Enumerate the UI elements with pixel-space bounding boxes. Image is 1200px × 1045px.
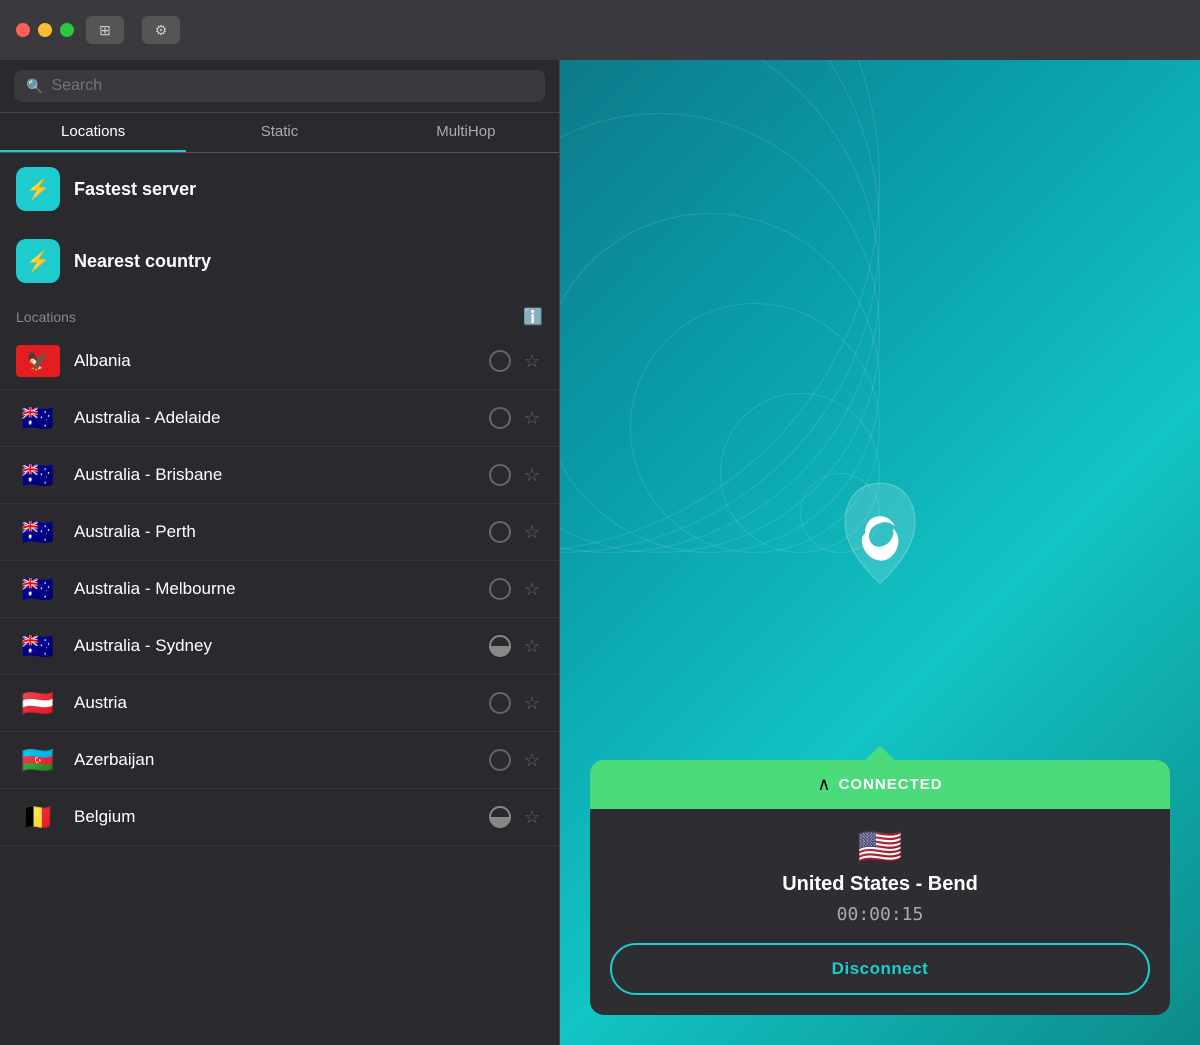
star-button[interactable]: ☆	[521, 521, 543, 543]
location-actions: ☆	[489, 635, 543, 657]
fastest-server-icon: ⚡	[16, 167, 60, 211]
logo-container	[835, 478, 925, 593]
connection-timer: 00:00:15	[837, 904, 924, 925]
star-button[interactable]: ☆	[521, 692, 543, 714]
list-item[interactable]: 🇦🇺 Australia - Sydney ☆	[0, 618, 559, 675]
australia-flag: 🇦🇺	[16, 573, 60, 605]
radio-button[interactable]	[489, 749, 511, 771]
nearest-country-item[interactable]: ⚡ Nearest country	[0, 225, 559, 297]
list-item[interactable]: 🇦🇺 Australia - Perth ☆	[0, 504, 559, 561]
tab-static[interactable]: Static	[186, 113, 372, 152]
tab-locations[interactable]: Locations	[0, 113, 186, 152]
belgium-flag: 🇧🇪	[16, 801, 60, 833]
tab-bar: Locations Static MultiHop	[0, 113, 559, 153]
location-actions: ☆	[489, 692, 543, 714]
star-button[interactable]: ☆	[521, 464, 543, 486]
list-item[interactable]: 🇧🇪 Belgium ☆	[0, 789, 559, 846]
connection-status: CONNECTED	[839, 776, 943, 793]
star-button[interactable]: ☆	[521, 806, 543, 828]
australia-flag: 🇦🇺	[16, 459, 60, 491]
nearest-country-label: Nearest country	[74, 251, 211, 272]
list-item[interactable]: 🇦🇿 Azerbaijan ☆	[0, 732, 559, 789]
location-actions: ☆	[489, 464, 543, 486]
location-name: Albania	[74, 351, 475, 371]
location-name: Austria	[74, 693, 475, 713]
maximize-button[interactable]	[60, 23, 74, 37]
info-icon[interactable]: ℹ️	[523, 307, 543, 327]
australia-flag: 🇦🇺	[16, 630, 60, 662]
location-name: Australia - Adelaide	[74, 408, 475, 428]
titlebar: ⊞ ⚙	[0, 0, 1200, 60]
location-name: Australia - Sydney	[74, 636, 475, 656]
left-panel: 🔍 Locations Static MultiHop ⚡ Fastest se…	[0, 60, 560, 1045]
connected-banner: ∧ CONNECTED	[590, 760, 1170, 809]
star-button[interactable]: ☆	[521, 749, 543, 771]
disconnect-button[interactable]: Disconnect	[610, 943, 1150, 995]
right-panel: ∧ CONNECTED 🇺🇸 United States - Bend 00:0…	[560, 60, 1200, 1045]
main-layout: 🔍 Locations Static MultiHop ⚡ Fastest se…	[0, 60, 1200, 1045]
location-actions: ☆	[489, 407, 543, 429]
radio-button[interactable]	[489, 692, 511, 714]
list-item[interactable]: 🦅 Albania ☆	[0, 333, 559, 390]
location-name: Australia - Melbourne	[74, 579, 475, 599]
radio-button[interactable]	[489, 350, 511, 372]
list-item[interactable]: 🇦🇹 Austria ☆	[0, 675, 559, 732]
star-button[interactable]: ☆	[521, 578, 543, 600]
nearest-country-icon: ⚡	[16, 239, 60, 283]
settings-button[interactable]: ⚙	[142, 16, 180, 44]
location-name: Australia - Brisbane	[74, 465, 475, 485]
location-actions: ☆	[489, 806, 543, 828]
australia-flag: 🇦🇺	[16, 402, 60, 434]
azerbaijan-flag: 🇦🇿	[16, 744, 60, 776]
chevron-up-icon	[865, 746, 895, 760]
location-actions: ☆	[489, 350, 543, 372]
list-item[interactable]: 🇦🇺 Australia - Brisbane ☆	[0, 447, 559, 504]
radio-button[interactable]	[489, 806, 511, 828]
radio-button[interactable]	[489, 464, 511, 486]
traffic-lights	[16, 23, 74, 37]
section-title: Locations	[16, 309, 76, 325]
search-wrapper[interactable]: 🔍	[14, 70, 545, 102]
austria-flag: 🇦🇹	[16, 687, 60, 719]
location-name: Azerbaijan	[74, 750, 475, 770]
connected-area: ∧ CONNECTED 🇺🇸 United States - Bend 00:0…	[560, 760, 1200, 1045]
albania-flag: 🦅	[16, 345, 60, 377]
star-button[interactable]: ☆	[521, 407, 543, 429]
connected-country-name: United States - Bend	[782, 873, 978, 896]
tab-multihop[interactable]: MultiHop	[373, 113, 559, 152]
australia-flag: 🇦🇺	[16, 516, 60, 548]
connection-details: 🇺🇸 United States - Bend 00:00:15 Disconn…	[590, 809, 1170, 1015]
star-button[interactable]: ☆	[521, 635, 543, 657]
connected-country-flag: 🇺🇸	[858, 829, 903, 865]
radio-button[interactable]	[489, 578, 511, 600]
radio-button[interactable]	[489, 521, 511, 543]
close-button[interactable]	[16, 23, 30, 37]
radio-button[interactable]	[489, 635, 511, 657]
search-bar: 🔍	[0, 60, 559, 113]
search-input[interactable]	[51, 77, 533, 95]
location-actions: ☆	[489, 521, 543, 543]
fastest-server-item[interactable]: ⚡ Fastest server	[0, 153, 559, 225]
radio-button[interactable]	[489, 407, 511, 429]
list-item[interactable]: 🇦🇺 Australia - Melbourne ☆	[0, 561, 559, 618]
location-name: Belgium	[74, 807, 475, 827]
window-layout-button[interactable]: ⊞	[86, 16, 124, 44]
fastest-server-label: Fastest server	[74, 179, 196, 200]
minimize-button[interactable]	[38, 23, 52, 37]
location-name: Australia - Perth	[74, 522, 475, 542]
location-actions: ☆	[489, 749, 543, 771]
search-icon: 🔍	[26, 78, 43, 95]
section-header: Locations ℹ️	[0, 297, 559, 333]
star-button[interactable]: ☆	[521, 350, 543, 372]
surfshark-logo	[835, 478, 925, 588]
location-list: 🦅 Albania ☆ 🇦🇺 Australia - Adelaide ☆ 🇦🇺	[0, 333, 559, 1045]
location-actions: ☆	[489, 578, 543, 600]
list-item[interactable]: 🇦🇺 Australia - Adelaide ☆	[0, 390, 559, 447]
